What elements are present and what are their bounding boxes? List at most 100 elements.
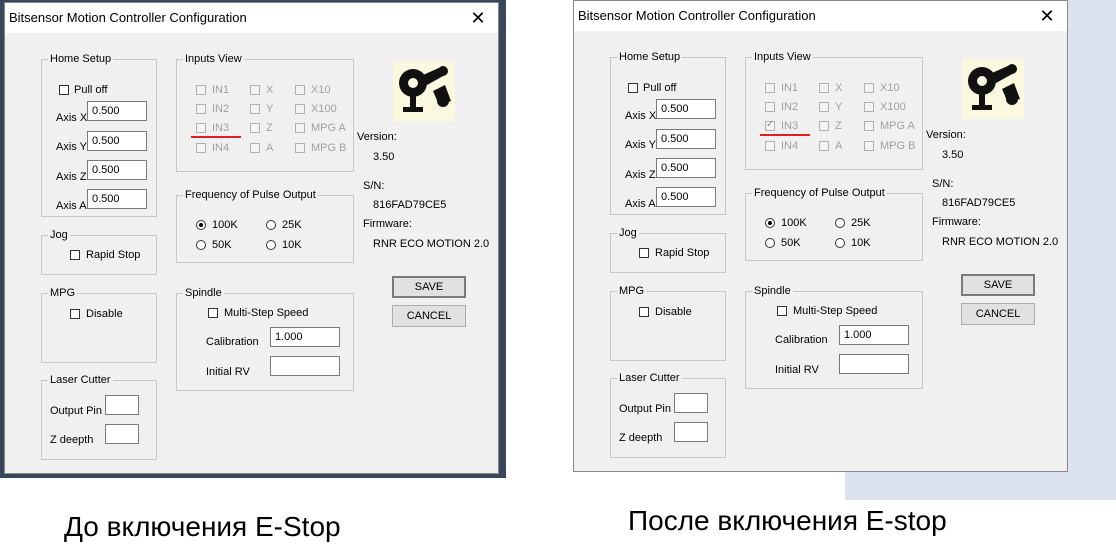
in1-checkbox [765, 83, 775, 93]
rapid-stop-checkbox[interactable] [639, 248, 649, 258]
axis-a-input[interactable]: 0.500 [87, 189, 147, 209]
output-pin-input[interactable] [674, 393, 708, 413]
axis-x-input[interactable]: 0.500 [656, 99, 716, 119]
spindle-group: Spindle Multi-Step Speed Calibration 1.0… [745, 284, 923, 389]
in2-label: IN2 [781, 101, 799, 113]
z-input-label: Z [835, 120, 842, 132]
pull-off-label: Pull off [643, 82, 677, 94]
firmware-value: RNR ECO MOTION 2.0 [373, 238, 490, 250]
in3-label: IN3 [212, 122, 230, 134]
save-button[interactable]: SAVE [961, 274, 1035, 296]
radio-100k[interactable] [196, 220, 206, 230]
firmware-label: Firmware: [932, 216, 981, 228]
spindle-label: Spindle [183, 286, 224, 300]
version-value: 3.50 [942, 149, 964, 161]
cancel-button[interactable]: CANCEL [392, 305, 466, 327]
x-checkbox [250, 85, 260, 95]
radio-100k[interactable] [765, 218, 775, 228]
panel-caption: После включения E-stop [628, 505, 947, 536]
version-value: 3.50 [373, 151, 395, 163]
mpg-group: MPG Disable [41, 286, 157, 363]
x10-checkbox [295, 85, 305, 95]
axis-a-input[interactable]: 0.500 [656, 187, 716, 207]
calibration-label: Calibration [206, 336, 259, 348]
laser-cutter-group: Laser Cutter Output Pin Z deepth [610, 371, 726, 458]
output-pin-label: Output Pin [619, 403, 671, 415]
initial-rv-input[interactable] [839, 354, 909, 374]
multi-step-speed-label: Multi-Step Speed [224, 307, 309, 319]
mpg-disable-checkbox[interactable] [70, 309, 80, 319]
axis-y-input[interactable]: 0.500 [87, 131, 147, 151]
output-pin-label: Output Pin [50, 405, 102, 417]
y-input-label: Y [835, 101, 843, 113]
calibration-input[interactable]: 1.000 [270, 327, 340, 347]
rapid-stop-checkbox[interactable] [70, 250, 80, 260]
title-bar: Bitsensor Motion Controller Configuratio… [5, 3, 498, 33]
multi-step-speed-checkbox[interactable] [208, 308, 218, 318]
radio-100k-label: 100K [781, 217, 807, 229]
laser-cutter-label: Laser Cutter [48, 373, 113, 387]
y-input-label: Y [266, 103, 274, 115]
axis-y-label: Axis Y [56, 141, 87, 153]
cancel-button[interactable]: CANCEL [961, 303, 1035, 325]
rapid-stop-label: Rapid Stop [655, 247, 710, 259]
mpg-a-label: MPG A [880, 120, 915, 132]
calibration-label: Calibration [775, 334, 828, 346]
firmware-label: Firmware: [363, 218, 412, 230]
in3-checkbox [765, 119, 775, 131]
x10-label: X10 [311, 84, 331, 96]
version-label: Version: [357, 131, 397, 143]
axis-z-input[interactable]: 0.500 [656, 158, 716, 178]
mpg-disable-checkbox[interactable] [639, 307, 649, 317]
save-button[interactable]: SAVE [392, 276, 466, 298]
y-checkbox [250, 104, 260, 114]
initial-rv-input[interactable] [270, 356, 340, 376]
x100-checkbox [295, 104, 305, 114]
radio-25k[interactable] [266, 220, 276, 230]
axis-x-label: Axis X [56, 112, 88, 124]
home-setup-label: Home Setup [48, 52, 114, 66]
in2-checkbox [196, 104, 206, 114]
radio-25k-label: 25K [851, 217, 871, 229]
inputs-view-group: Inputs View IN1 IN2 IN3 IN4 X Y Z A X10 … [745, 50, 923, 170]
z-checkbox [250, 123, 260, 133]
z-depth-input[interactable] [105, 424, 139, 444]
x100-label: X100 [880, 101, 906, 113]
axis-z-input[interactable]: 0.500 [87, 160, 147, 180]
mpg-a-checkbox [864, 121, 874, 131]
y-checkbox [819, 102, 829, 112]
radio-10k[interactable] [266, 240, 276, 250]
close-icon[interactable]: ✕ [468, 8, 488, 28]
in4-label: IN4 [781, 140, 799, 152]
mpg-group: MPG Disable [610, 284, 726, 361]
calibration-input[interactable]: 1.000 [839, 325, 909, 345]
serial-label: S/N: [363, 180, 385, 192]
in3-checkbox [196, 123, 206, 133]
mpg-a-label: MPG A [311, 122, 346, 134]
radio-10k[interactable] [835, 238, 845, 248]
radio-50k[interactable] [765, 238, 775, 248]
in1-label: IN1 [781, 82, 799, 94]
config-dialog: Bitsensor Motion Controller Configuratio… [573, 0, 1068, 472]
dialog-title: Bitsensor Motion Controller Configuratio… [9, 10, 247, 25]
axis-x-input[interactable]: 0.500 [87, 101, 147, 121]
x10-checkbox [864, 83, 874, 93]
pull-off-checkbox[interactable] [628, 83, 638, 93]
in2-checkbox [765, 102, 775, 112]
axis-a-label: Axis A [56, 200, 87, 212]
jog-label: Jog [617, 226, 639, 240]
jog-group: Jog Rapid Stop [41, 228, 157, 275]
multi-step-speed-checkbox[interactable] [777, 306, 787, 316]
config-dialog: Bitsensor Motion Controller Configuratio… [4, 2, 499, 474]
z-depth-input[interactable] [674, 422, 708, 442]
frequency-label: Frequency of Pulse Output [183, 188, 318, 202]
in1-label: IN1 [212, 84, 230, 96]
close-icon[interactable]: ✕ [1037, 6, 1057, 26]
rapid-stop-label: Rapid Stop [86, 249, 141, 261]
spindle-label: Spindle [752, 284, 793, 298]
radio-50k[interactable] [196, 240, 206, 250]
radio-25k[interactable] [835, 218, 845, 228]
pull-off-checkbox[interactable] [59, 85, 69, 95]
output-pin-input[interactable] [105, 395, 139, 415]
axis-y-input[interactable]: 0.500 [656, 129, 716, 149]
